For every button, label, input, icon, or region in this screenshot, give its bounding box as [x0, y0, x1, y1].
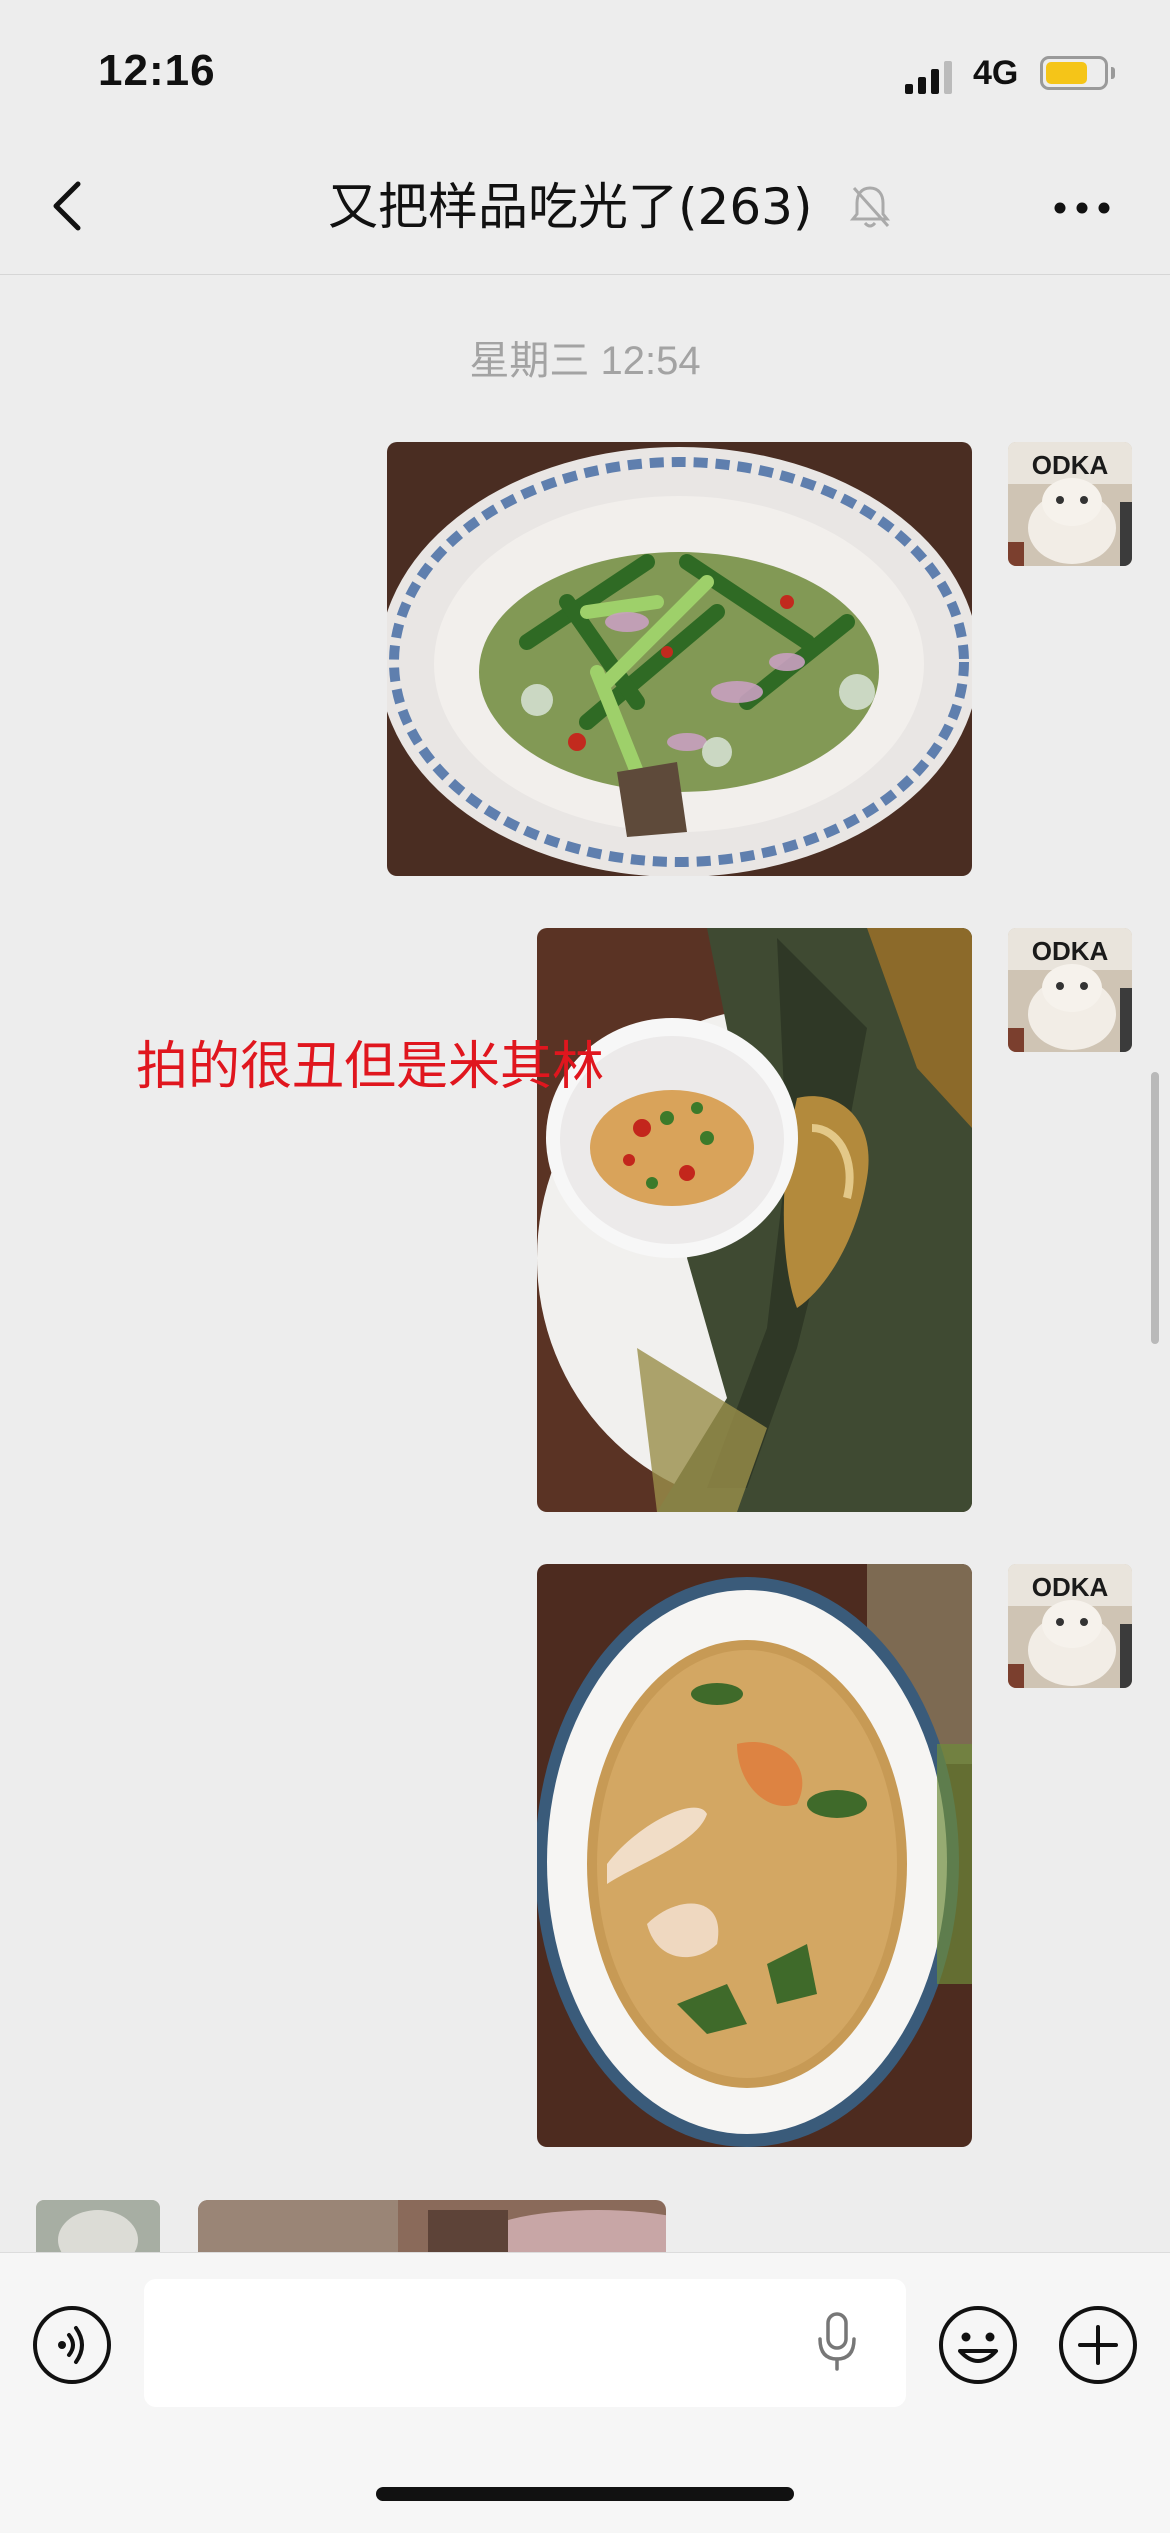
salad-plate-photo — [387, 442, 972, 876]
other-avatar[interactable] — [36, 2200, 160, 2252]
avatar-text: ODKA — [1032, 1572, 1109, 1602]
avatar[interactable]: ODKA — [1008, 928, 1132, 1052]
banana-leaf-fish-photo — [537, 928, 972, 1512]
avatar-image: ODKA — [1008, 928, 1132, 1052]
bell-slash-icon — [849, 186, 891, 228]
battery-level — [1046, 62, 1087, 84]
microphone-icon[interactable] — [816, 2311, 858, 2373]
image-message-soup[interactable] — [537, 1564, 972, 2147]
scrollbar[interactable] — [1151, 1072, 1159, 1344]
status-time: 12:16 — [98, 46, 216, 95]
message-timestamp: 星期三 12:54 — [469, 339, 701, 383]
avatar[interactable]: ODKA — [1008, 442, 1132, 566]
image-message-salad[interactable] — [387, 442, 972, 876]
signal-icon — [905, 61, 952, 94]
battery-icon — [1040, 56, 1108, 90]
avatar-image: ODKA — [1008, 442, 1132, 566]
voice-icon[interactable] — [32, 2305, 112, 2385]
soup-bowl-photo — [537, 1564, 972, 2147]
image-message-partial[interactable] — [198, 2200, 666, 2252]
plus-icon[interactable] — [1058, 2305, 1138, 2385]
partial-photo — [198, 2200, 666, 2252]
battery-nub — [1111, 67, 1115, 79]
more-options-button[interactable] — [1050, 188, 1114, 228]
overlay-caption: 拍的很丑但是米其林 — [136, 1037, 605, 1097]
chat-header: 又把样品吃光了(263) — [0, 140, 1170, 275]
chat-title: 又把样品吃光了(263) — [328, 178, 813, 236]
status-bar: 12:16 4G — [0, 0, 1170, 140]
avatar-image: ODKA — [1008, 1564, 1132, 1688]
avatar-text: ODKA — [1032, 450, 1109, 480]
message-input[interactable] — [144, 2279, 906, 2407]
avatar[interactable]: ODKA — [1008, 1564, 1132, 1688]
network-type: 4G — [973, 54, 1019, 92]
avatar-image — [36, 2200, 160, 2252]
avatar-text: ODKA — [1032, 936, 1109, 966]
home-indicator[interactable] — [376, 2487, 794, 2501]
image-message-banana-leaf[interactable] — [537, 928, 972, 1512]
smiley-icon[interactable] — [938, 2305, 1018, 2385]
back-button[interactable] — [40, 176, 100, 236]
